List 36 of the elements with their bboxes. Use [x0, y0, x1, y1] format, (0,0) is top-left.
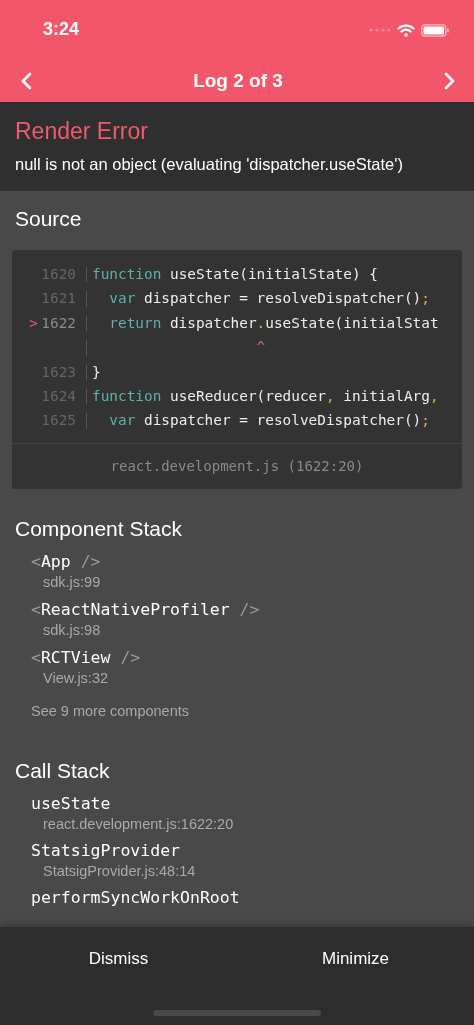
- line-marker: >: [28, 313, 39, 333]
- source-location: sdk.js:98: [43, 620, 102, 639]
- function-name: useState: [31, 792, 112, 815]
- source-location: View.js:32: [43, 668, 110, 687]
- status-time: 3:24: [43, 18, 80, 40]
- section-heading: Component Stack: [15, 516, 183, 541]
- back-chevron-icon[interactable]: [20, 72, 32, 90]
- wifi-icon: [397, 23, 415, 37]
- code-line: var dispatcher = resolveDispatcher();: [108, 411, 430, 431]
- signal-icon: [369, 28, 391, 32]
- forward-chevron-icon[interactable]: [444, 72, 456, 90]
- source-location: StatsigProvider.js:48:14: [43, 861, 197, 880]
- code-line: function useState(initialState) {: [92, 265, 378, 284]
- function-name: StatsigProvider: [31, 839, 181, 862]
- source-location: sdk.js:99: [43, 572, 102, 591]
- file-location: react.development.js (1622:20): [110, 457, 364, 474]
- line-number: 1622: [40, 313, 76, 333]
- battery-icon: [421, 23, 450, 37]
- component-name: <ReactNativeProfiler />: [31, 598, 261, 621]
- error-title: Render Error: [15, 118, 149, 145]
- component-name: <App />: [31, 550, 102, 573]
- log-title: Log 2 of 3: [193, 70, 283, 92]
- see-more-link[interactable]: See 9 more components: [31, 702, 459, 719]
- error-message: null is not an object (evaluating 'dispatcher.useState'): [15, 155, 404, 174]
- component-name: <RCTView />: [31, 646, 142, 669]
- code-line: function useReducer(reducer, initialArg,: [92, 386, 439, 406]
- code-line: var dispatcher = resolveDispatcher();: [108, 289, 430, 309]
- code-line: return dispatcher.useState(initialStat: [108, 313, 439, 333]
- code-line: }: [92, 362, 101, 382]
- minimize-button[interactable]: Minimize: [237, 927, 474, 991]
- caret-mark: ^: [256, 338, 266, 358]
- section-heading: Call Stack: [15, 758, 111, 783]
- source-location: react.development.js:1622:20: [43, 814, 235, 833]
- dismiss-button[interactable]: Dismiss: [0, 927, 237, 991]
- function-name: performSyncWorkOnRoot: [31, 886, 241, 909]
- section-heading: Source: [15, 207, 83, 231]
